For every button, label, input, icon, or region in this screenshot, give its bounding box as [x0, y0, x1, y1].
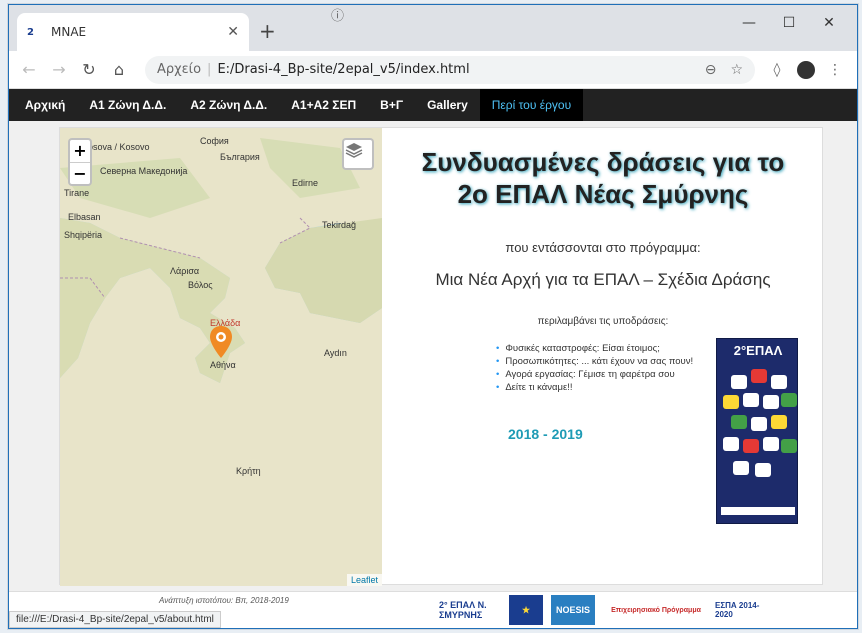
program-logo: Επιχειρησιακό Πρόγραμμα [611, 606, 701, 614]
poster-title: 2°ΕΠΑΛ [733, 343, 783, 358]
list-item: Δείτε τι κάναμε!! [496, 381, 693, 394]
map-label-tekirdag: Tekirdağ [322, 220, 357, 230]
map-label-kosovo: Kosova / Kosovo [82, 142, 150, 152]
layers-icon [345, 143, 363, 158]
map-label-edirne: Edirne [292, 178, 319, 188]
eu-flag-icon: ★ [509, 595, 543, 625]
address-bar[interactable]: ⓘ Αρχείο | E:/Drasi-4_Bp-site/2epal_v5/i… [145, 9, 755, 84]
maximize-icon[interactable]: ☐ [769, 15, 809, 31]
list-item: Φυσικές καταστροφές: Είσαι έτοιμος; [496, 342, 693, 355]
reload-icon[interactable]: ↻ [77, 60, 101, 79]
list-item: Αγορά εργασίας: Γέμισε τη φαρέτρα σου [496, 368, 693, 381]
map-label-volos: Βόλος [188, 280, 213, 290]
program-intro: που εντάσσονται στο πρόγραμμα: [505, 240, 701, 255]
nav-a2-zone[interactable]: Α2 Ζώνη Δ.Δ. [178, 89, 279, 121]
close-window-icon[interactable]: ✕ [809, 15, 849, 31]
list-item: Προσωπικότητες: ... κάτι έχουν να σας πο… [496, 355, 693, 368]
nav-home[interactable]: Αρχική [13, 89, 77, 121]
headline-line-2: 2ο ΕΠΑΛ Νέας Σμύρνης [457, 179, 749, 209]
map-label-bulgaria: България [220, 152, 260, 162]
map-label-macedonia: Северна Македонија [100, 166, 188, 176]
nav-a1-zone[interactable]: Α1 Ζώνη Δ.Δ. [77, 89, 178, 121]
map-zoom-control: + − [68, 138, 92, 186]
close-tab-icon[interactable]: ✕ [227, 24, 239, 40]
leaflet-attribution-link[interactable]: Leaflet [346, 574, 382, 586]
headline-line-1: Συνδυασμένες δράσεις για το [421, 147, 785, 177]
leaflet-map[interactable]: Kosova / Kosovo София България Северна М… [60, 128, 382, 586]
forward-icon[interactable]: → [47, 60, 71, 79]
map-marker-icon[interactable] [210, 326, 232, 358]
map-label-shqiperia: Shqipëria [64, 230, 103, 240]
url-separator: | [207, 62, 212, 77]
epal-logo: 2° ΕΠΑΛ Ν. ΣΜΥΡΝΗΣ [439, 600, 487, 620]
noesis-logo: NOESIS [551, 595, 595, 625]
map-label-elbasan: Elbasan [68, 212, 101, 222]
page-container: Kosova / Kosovo София България Северна М… [59, 127, 824, 586]
zoom-out-button[interactable]: − [70, 162, 90, 184]
map-label-larisa: Λάρισα [170, 266, 200, 276]
layers-button[interactable] [342, 138, 374, 170]
browser-window: 2 MNAE ✕ + — ☐ ✕ ← → ↻ ⌂ ⓘ Αρχείο | E:/D… [8, 4, 858, 629]
new-tab-icon[interactable]: + [259, 21, 276, 41]
status-bar-url: file:///E:/Drasi-4_Bp-site/2epal_v5/abou… [9, 611, 221, 628]
project-info: Συνδυασμένες δράσεις για το 2ο ΕΠΑΛ Νέας… [382, 128, 824, 586]
page-headline: Συνδυασμένες δράσεις για το 2ο ΕΠΑΛ Νέας… [382, 146, 824, 210]
site-favicon-icon: 2 [27, 26, 34, 38]
map-label-sofia: София [200, 136, 229, 146]
map-label-tirane: Tirane [64, 188, 90, 198]
browser-tab[interactable]: 2 MNAE ✕ [17, 13, 249, 51]
subactions-list: Φυσικές καταστροφές: Είσαι έτοιμος; Προσ… [496, 342, 693, 394]
project-poster: 2°ΕΠΑΛ [716, 338, 798, 524]
back-icon[interactable]: ← [17, 60, 41, 79]
map-label-kriti: Κρήτη [236, 466, 261, 476]
espa-logo: ΕΣΠΑ 2014-2020 [715, 601, 760, 619]
site-credit: Ανάπτυξη ιστοτόπου: Βπ, 2018-2019 [159, 596, 289, 605]
browser-toolbar: ← → ↻ ⌂ ⓘ Αρχείο | E:/Drasi-4_Bp-site/2e… [9, 9, 857, 89]
program-name: Μια Νέα Αρχή για τα ΕΠΑΛ – Σχέδια Δράσης [435, 270, 771, 289]
home-icon[interactable]: ⌂ [107, 60, 131, 79]
url-scheme-label: Αρχείο [157, 62, 202, 77]
subactions-title: περιλαμβάνει τις υποδράσεις: [537, 316, 669, 327]
project-years: 2018 - 2019 [508, 426, 583, 442]
profile-avatar[interactable] [797, 60, 815, 79]
map-label-aydin: Aydın [324, 348, 347, 358]
map-label-athina: Αθήνα [210, 360, 236, 370]
zoom-in-button[interactable]: + [70, 140, 90, 162]
tab-title: MNAE [51, 25, 87, 39]
menu-icon[interactable]: ⋮ [821, 62, 849, 78]
page-content: Kosova / Kosovo София България Северна М… [9, 121, 857, 591]
